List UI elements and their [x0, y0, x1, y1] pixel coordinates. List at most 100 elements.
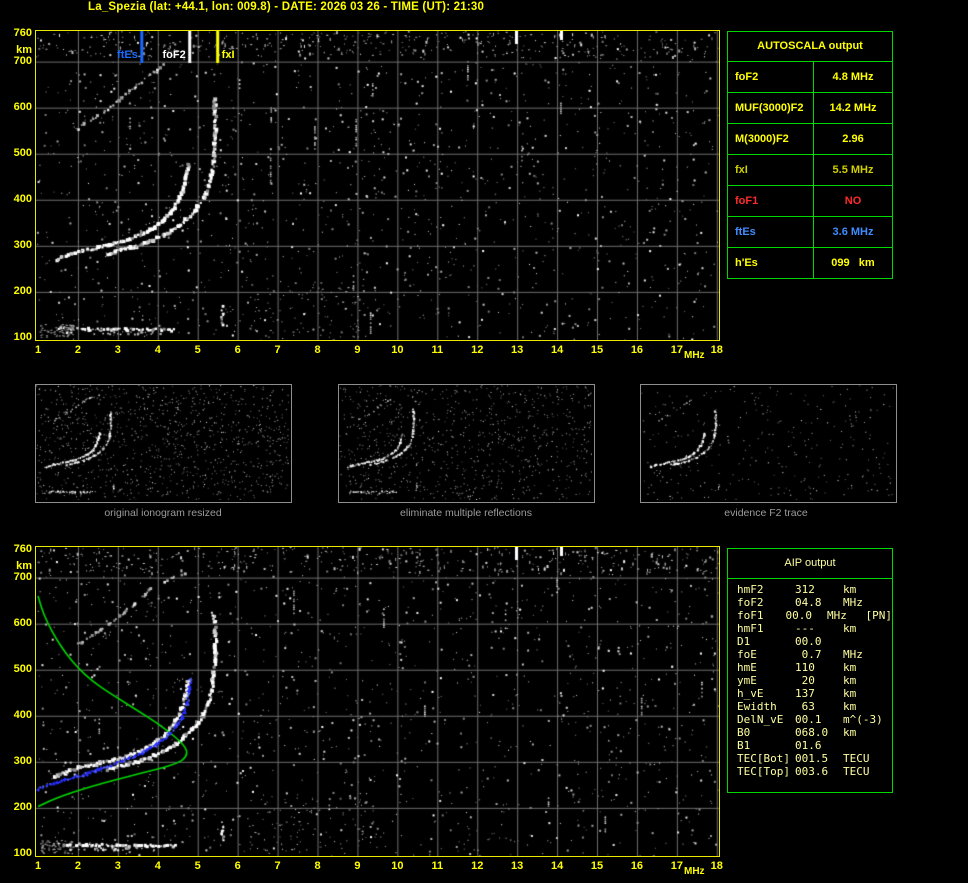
thumbnail-eliminate-canvas — [339, 385, 592, 500]
aip-output-table: AIP output hmF2 312 km foF2 04.8 MHz foF1 00.0 M… — [727, 548, 893, 793]
x-tick-label: 5 — [194, 344, 201, 356]
x-tick-label: 2 — [74, 344, 81, 356]
aip-row-value: 63 — [795, 700, 815, 713]
table-row-fof2: foF2 4.8 MHz — [728, 62, 892, 92]
x-tick-label: 2 — [74, 860, 81, 872]
aip-row-hmf1: hmF1 --- km — [737, 622, 892, 635]
aip-row-value: --- — [795, 622, 815, 635]
x-tick-label: 10 — [391, 860, 404, 872]
aip-row-yme: ymE 20 km — [737, 674, 892, 687]
thumbnail-original-ionogram — [35, 384, 292, 503]
aip-row-ewidth: Ewidth 63 km — [737, 700, 892, 713]
aip-row-d1: D1 00.0 — [737, 635, 892, 648]
row-label: M(3000)F2 — [728, 124, 814, 154]
bottom-ionogram-plot — [35, 546, 720, 857]
aip-row-value: 04.8 — [795, 596, 822, 609]
thumbnail-caption-evidence: evidence F2 trace — [724, 507, 808, 519]
x-tick-label: 10 — [391, 344, 404, 356]
top-ionogram-plot — [35, 30, 720, 341]
aip-row-unit: km — [843, 726, 857, 739]
autoscala-table-title: AUTOSCALA output — [728, 32, 892, 62]
table-row-ftes: ftEs 3.6 MHz — [728, 216, 892, 247]
aip-row-extra: [PN] — [865, 609, 893, 622]
x-tick-label: 14 — [550, 860, 564, 872]
marker-label-ftes: ftEs — [117, 49, 138, 61]
aip-row-label: B1 — [737, 739, 751, 752]
x-tick-label: 17 — [670, 344, 683, 356]
aip-row-unit: km — [843, 583, 857, 596]
marker-label-fof2: foF2 — [162, 49, 186, 61]
row-value: 3.6 MHz — [832, 226, 874, 238]
aip-row-unit: MHz — [843, 648, 863, 661]
aip-row-value: 003.6 — [795, 765, 829, 778]
row-label: h'Es — [728, 248, 814, 278]
aip-row-value: 110 — [795, 661, 815, 674]
x-axis-unit-label: MHz — [684, 350, 705, 361]
x-tick-label: 17 — [670, 860, 683, 872]
x-tick-label: 1 — [34, 860, 42, 872]
aip-row-unit: km — [843, 622, 857, 635]
aip-row-unit: TECU — [843, 752, 870, 765]
aip-row-value: 137 — [795, 687, 815, 700]
aip-row-unit: MHz — [827, 609, 847, 622]
aip-row-label: foE — [737, 648, 757, 661]
aip-row-value: 00.0 — [785, 609, 813, 622]
table-row-m3000f2: M(3000)F2 2.96 — [728, 123, 892, 154]
row-label: ftEs — [728, 217, 814, 247]
aip-row-foe: foE 0.7 MHz — [737, 648, 892, 661]
table-row-fxi: fxI 5.5 MHz — [728, 154, 892, 185]
row-value: 2.96 — [842, 133, 864, 145]
aip-row-label: foF1 — [737, 609, 764, 622]
aip-row-value: 001.5 — [795, 752, 829, 765]
x-tick-label: 12 — [471, 860, 484, 872]
aip-row-value: 00.1 — [795, 713, 822, 726]
y-tick-label: 200 — [13, 284, 32, 297]
marker-label-fxi: fxI — [221, 49, 235, 61]
aip-row-unit: MHz — [843, 596, 863, 609]
x-tick-label: 5 — [194, 860, 201, 872]
x-tick-label: 4 — [154, 860, 161, 872]
aip-row-unit: km — [843, 700, 857, 713]
x-tick-label: 18 — [710, 860, 723, 872]
y-tick-label: 600 — [13, 616, 32, 629]
y-tick-label: 300 — [13, 238, 32, 251]
aip-row-unit: m^(-3) — [843, 713, 883, 726]
table-row-muf3000f2: MUF(3000)F2 14.2 MHz — [728, 92, 892, 123]
aip-row-label: D1 — [737, 635, 751, 648]
x-tick-label: 12 — [471, 344, 484, 356]
x-tick-label: 4 — [154, 344, 161, 356]
thumbnail-original-canvas — [36, 385, 289, 500]
thumbnail-evidence-f2 — [640, 384, 897, 503]
x-tick-label: 13 — [511, 860, 524, 872]
thumbnail-caption-original: original ionogram resized — [104, 507, 222, 519]
x-tick-label: 8 — [314, 860, 321, 872]
x-tick-label: 15 — [590, 344, 604, 356]
x-tick-label: 7 — [274, 344, 281, 356]
x-tick-label: 16 — [630, 860, 644, 872]
row-value: 099 km — [831, 257, 875, 269]
aip-row-label: DelN_vE — [737, 713, 784, 726]
aip-row-unit — [843, 739, 889, 752]
aip-row-label: hmF2 — [737, 583, 764, 596]
x-tick-label: 18 — [710, 344, 723, 356]
aip-row-h-ve: h_vE 137 km — [737, 687, 892, 700]
aip-row-unit: TECU — [843, 765, 870, 778]
x-tick-label: 8 — [314, 344, 321, 356]
x-tick-label: 9 — [354, 344, 361, 356]
y-tick-label: 500 — [13, 662, 32, 675]
aip-row-fof2: foF2 04.8 MHz — [737, 596, 892, 609]
x-tick-label: 13 — [511, 344, 524, 356]
aip-row-label: h_vE — [737, 687, 764, 700]
row-label: foF1 — [728, 186, 814, 216]
y-tick-label: 760 — [13, 543, 32, 555]
x-axis-unit-label: MHz — [684, 866, 705, 877]
aip-row-hmf2: hmF2 312 km — [737, 583, 892, 596]
y-tick-label: 100 — [13, 846, 32, 859]
x-tick-label: 11 — [431, 860, 444, 872]
aip-row-unit: km — [843, 661, 857, 674]
aip-row-value: 20 — [795, 674, 815, 687]
table-row-fof1: foF1 NO — [728, 185, 892, 216]
table-row-hes: h'Es 099 km — [728, 247, 892, 278]
y-tick-label: 600 — [13, 100, 32, 113]
aip-row-b1: B1 01.6 — [737, 739, 892, 752]
